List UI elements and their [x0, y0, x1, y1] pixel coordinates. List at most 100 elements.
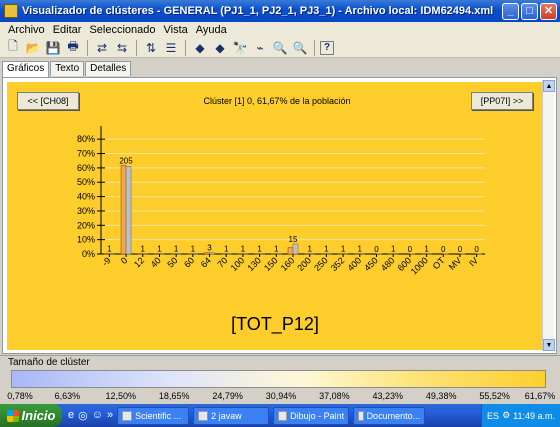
toolbar-separator	[87, 39, 88, 56]
title-bar[interactable]: Visualizador de clústeres - GENERAL (PJ1…	[0, 0, 560, 22]
window-icon	[198, 410, 209, 421]
zoom-out-icon[interactable]: 🔍	[291, 39, 309, 57]
bar-value-label: 205	[119, 156, 133, 165]
filter-icon[interactable]: ☰	[162, 39, 180, 57]
binoculars-icon[interactable]: 🔭	[231, 39, 249, 57]
print-icon[interactable]: 🖶	[64, 39, 82, 57]
tab-graficos[interactable]: Gráficos	[2, 61, 50, 77]
cluster-size-tick: 18,65%	[158, 391, 190, 401]
menu-archivo[interactable]: Archivo	[4, 24, 49, 36]
window-icon	[122, 410, 133, 421]
scroll-down-arrow-icon[interactable]: ▼	[543, 339, 555, 351]
bar-population	[309, 253, 315, 255]
bar-value-label: 1	[241, 244, 246, 253]
bar-population	[426, 253, 432, 255]
tab-texto[interactable]: Texto	[50, 61, 85, 76]
prev-cluster-button[interactable]: << [CH08]	[17, 92, 79, 110]
tab-detalles[interactable]: Detalles	[85, 61, 132, 76]
bar-population	[192, 253, 199, 255]
x-tick-label: 0	[119, 255, 130, 266]
bar-population	[225, 253, 232, 255]
x-tick-label: 480	[379, 255, 397, 273]
new-file-icon[interactable]: 🗋	[4, 39, 22, 57]
sort-icon[interactable]: ⇅	[142, 39, 160, 57]
bar-chart: 0%10%20%30%40%50%60%70%80%1-920501121401…	[77, 126, 485, 277]
more-icon[interactable]: »	[107, 409, 113, 422]
x-tick-label: 250	[312, 255, 330, 273]
maximize-button[interactable]: □	[521, 2, 538, 20]
vertical-scrollbar[interactable]: ▲ ▼	[542, 80, 555, 351]
system-tray: ES ⚙ 11:49 a.m.	[481, 404, 560, 427]
ie-icon[interactable]: e	[68, 409, 74, 422]
task-documento[interactable]: Documento...	[353, 406, 426, 425]
bar-cluster	[204, 252, 210, 255]
x-tick-label: 450	[362, 255, 380, 273]
bar-population	[276, 253, 282, 255]
close-button[interactable]: ✕	[540, 2, 557, 20]
undo-icon[interactable]: ⇄	[93, 39, 111, 57]
chart-icon[interactable]: ⌁	[251, 39, 269, 57]
y-tick-label: 70%	[77, 149, 95, 159]
bar-value-label: 1	[341, 244, 346, 253]
redo-icon[interactable]: ⇆	[113, 39, 131, 57]
bar-population	[342, 253, 349, 255]
task-paint[interactable]: Dibujo - Paint	[273, 406, 350, 425]
next-cluster-button[interactable]: [PP07I] >>	[471, 92, 533, 110]
scroll-up-arrow-icon[interactable]: ▲	[543, 80, 555, 92]
save-icon[interactable]: 💾	[44, 39, 62, 57]
bar-population	[359, 253, 366, 255]
bar-value-label: 1	[391, 244, 396, 253]
bar-value-label: 1	[274, 244, 279, 253]
arrow-left-icon[interactable]: ◆	[191, 39, 209, 57]
bar-value-label: 1	[157, 244, 162, 253]
zoom-in-icon[interactable]: 🔍	[271, 39, 289, 57]
menu-editar[interactable]: Editar	[49, 24, 86, 36]
arrow-right-icon[interactable]: ◆	[211, 39, 229, 57]
menu-ayuda[interactable]: Ayuda	[192, 24, 231, 36]
toolbar: 🗋 📂 💾 🖶 ⇄ ⇆ ⇅ ☰ ◆ ◆ 🔭 ⌁ 🔍 🔍 ?	[0, 38, 560, 58]
x-tick-label: 150	[262, 255, 280, 273]
browser-icon[interactable]: ◎	[78, 409, 88, 422]
window-title: Visualizador de clústeres - GENERAL (PJ1…	[22, 5, 494, 17]
bar-value-label: 0	[441, 245, 446, 254]
menu-seleccionado[interactable]: Seleccionado	[85, 24, 159, 36]
x-tick-label: 352	[329, 255, 347, 273]
minimize-button[interactable]: _	[502, 2, 519, 20]
task-label: Dibujo - Paint	[290, 410, 345, 421]
language-indicator[interactable]: ES	[487, 411, 499, 421]
task-label: Documento...	[366, 410, 421, 421]
help-icon[interactable]: ?	[320, 40, 334, 55]
menu-vista[interactable]: Vista	[160, 24, 192, 36]
bar-value-label: 0	[458, 245, 463, 254]
bar-population	[242, 253, 249, 255]
cluster-size-tick: 30,94%	[265, 391, 297, 401]
bar-population	[326, 253, 332, 255]
y-tick-label: 80%	[77, 134, 95, 144]
y-tick-label: 30%	[77, 206, 95, 216]
open-folder-icon[interactable]: 📂	[24, 39, 42, 57]
task-label: 2 javaw	[211, 410, 242, 421]
chart-panel: << [CH08] Clúster [1] 0, 61,67% de la po…	[7, 82, 543, 350]
x-tick-label: 64	[199, 255, 213, 269]
y-tick-label: 20%	[77, 220, 95, 230]
document-icon	[358, 410, 364, 421]
bar-value-label: 0	[474, 245, 479, 254]
bar-population	[392, 253, 399, 255]
y-tick-label: 40%	[77, 192, 95, 202]
start-button[interactable]: Inicio	[0, 404, 62, 427]
messenger-icon[interactable]: ☺	[92, 409, 103, 422]
network-icon[interactable]: ⚙	[502, 410, 510, 421]
task-javaw[interactable]: 2 javaw	[193, 406, 270, 425]
app-icon	[4, 4, 18, 18]
x-tick-label: 1000	[409, 255, 430, 276]
start-label: Inicio	[21, 408, 56, 423]
menu-bar: Archivo Editar Seleccionado Vista Ayuda	[0, 22, 560, 38]
bar-population	[259, 253, 265, 255]
x-tick-label: 130	[245, 255, 263, 273]
bar-value-label: 0	[374, 245, 379, 254]
task-scientific[interactable]: Scientific ...	[117, 406, 190, 425]
bar-value-label: 0	[408, 245, 413, 254]
cluster-size-tick: 37,08%	[319, 391, 350, 401]
bar-value-label: 1	[324, 244, 329, 253]
bar-value-label: 1	[224, 244, 229, 253]
